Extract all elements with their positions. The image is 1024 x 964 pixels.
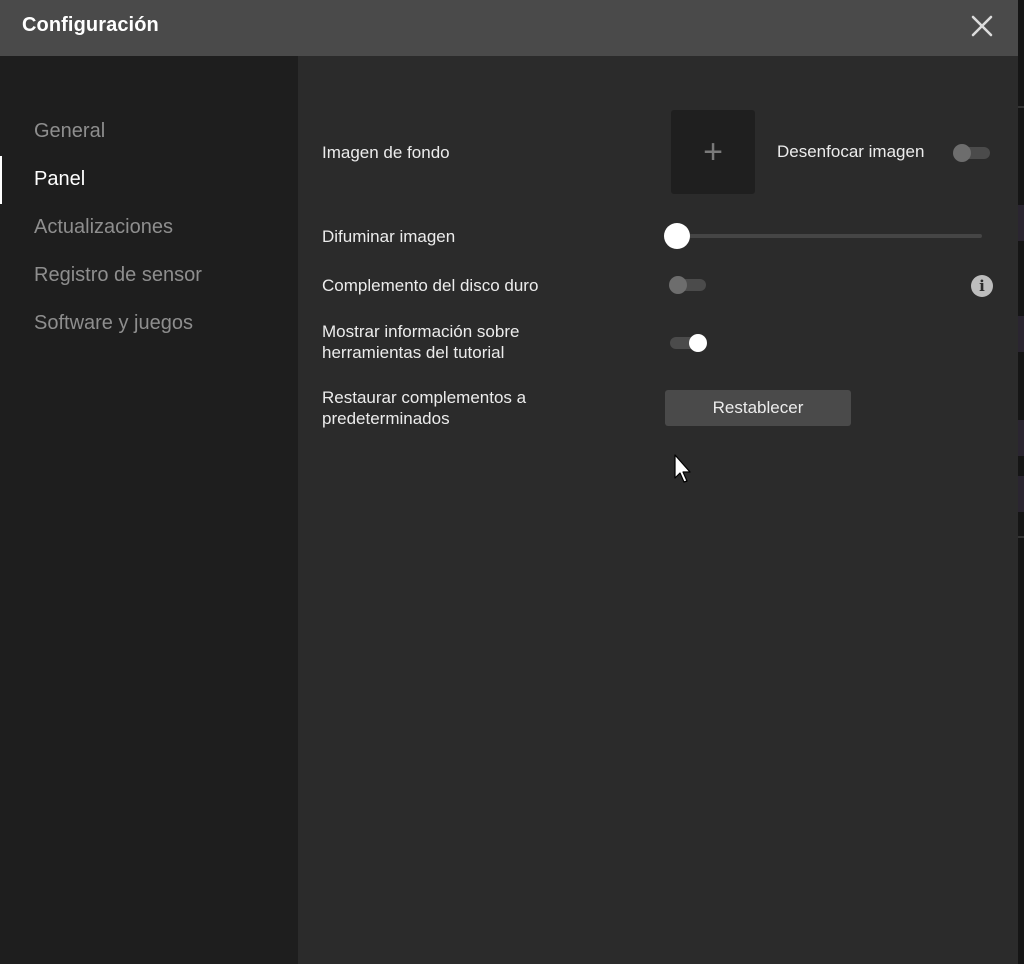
toggle-knob: [669, 276, 687, 294]
add-background-image-button[interactable]: +: [671, 110, 755, 194]
dim-image-slider[interactable]: [664, 223, 982, 249]
tutorial-tips-label: Mostrar información sobre herramientas d…: [322, 322, 520, 362]
plus-icon: +: [703, 133, 723, 171]
hdd-plugin-toggle[interactable]: [669, 276, 706, 294]
background-app-edge: [1018, 0, 1024, 964]
sidebar-item-actualizaciones[interactable]: Actualizaciones: [34, 216, 173, 246]
dim-image-label: Difuminar imagen: [322, 227, 456, 246]
window-title: Configuración: [22, 14, 159, 36]
background-image-label: Imagen de fondo: [322, 143, 450, 162]
sidebar-item-software-juegos[interactable]: Software y juegos: [34, 312, 193, 342]
panel-settings: Imagen de fondo + Desenfocar imagen Difu…: [298, 56, 1018, 964]
settings-window: Configuración General Panel Actualizacio…: [0, 0, 1018, 964]
close-icon: [971, 15, 993, 37]
toggle-knob: [953, 144, 971, 162]
hdd-plugin-label: Complemento del disco duro: [322, 276, 539, 295]
tutorial-tips-toggle[interactable]: [670, 334, 707, 352]
reset-button[interactable]: Restablecer: [665, 390, 851, 426]
blur-image-toggle[interactable]: [953, 144, 990, 162]
toggle-knob: [689, 334, 707, 352]
slider-thumb[interactable]: [664, 223, 690, 249]
sidebar: General Panel Actualizaciones Registro d…: [0, 56, 298, 964]
title-bar: Configuración: [0, 0, 1018, 56]
restore-plugins-label: Restaurar complementos a predeterminados: [322, 388, 527, 428]
sidebar-item-panel[interactable]: Panel: [34, 168, 85, 198]
sidebar-item-registro-sensor[interactable]: Registro de sensor: [34, 264, 202, 294]
mouse-pointer-icon: [674, 454, 691, 483]
info-icon[interactable]: i: [971, 275, 993, 297]
active-nav-indicator: [0, 156, 2, 204]
close-button[interactable]: [968, 12, 996, 40]
sidebar-item-general[interactable]: General: [34, 120, 105, 150]
blur-image-label: Desenfocar imagen: [777, 142, 925, 161]
